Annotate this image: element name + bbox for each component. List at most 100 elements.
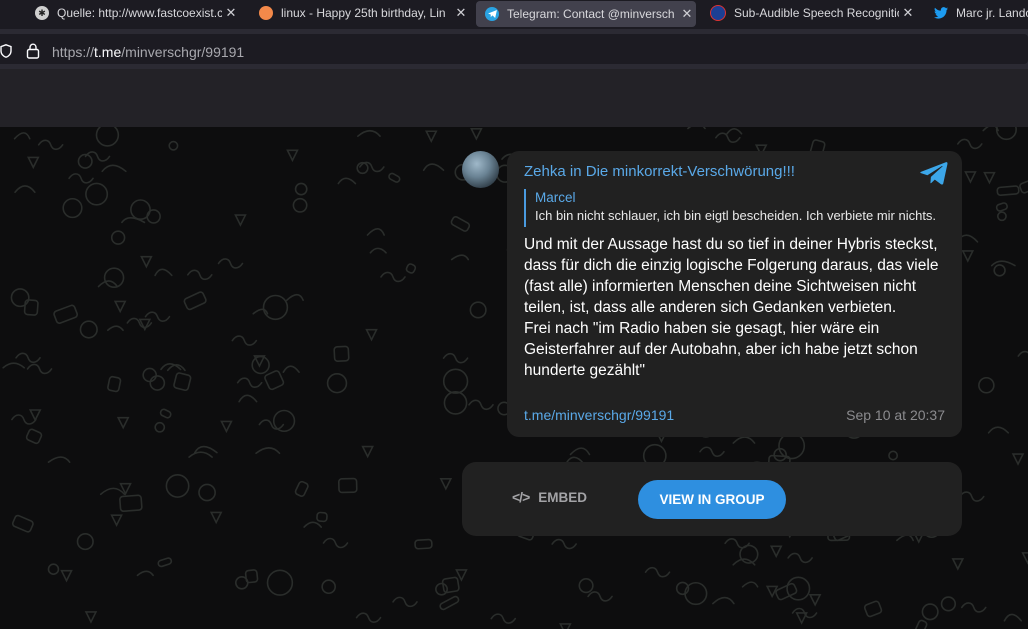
twitter-icon	[934, 6, 948, 20]
embed-label: EMBED	[538, 489, 588, 505]
doodle-shape	[26, 363, 53, 375]
doodle-shape	[28, 409, 42, 422]
doodle-shape	[392, 596, 418, 608]
embed-button[interactable]: </> EMBED	[512, 489, 587, 505]
doodle-shape	[357, 129, 381, 137]
doodle-shape	[316, 511, 328, 523]
avatar[interactable]	[462, 151, 499, 188]
tab-fastcoexist[interactable]: ✱ Quelle: http://www.fastcoexist.c ✕	[26, 0, 240, 26]
doodle-shape	[468, 399, 494, 411]
doodle-shape	[958, 491, 985, 502]
doodle-shape	[442, 352, 469, 364]
close-icon[interactable]: ✕	[222, 5, 240, 21]
doodle-shape	[110, 230, 126, 245]
doodle-shape	[787, 552, 813, 564]
doodle-shape	[951, 558, 965, 571]
in-word: in	[569, 163, 582, 180]
doodle-shape	[258, 419, 285, 430]
group-name[interactable]: Die minkorrekt-Verschwörung!!!	[586, 163, 795, 180]
doodle-shape	[439, 478, 453, 491]
reply-quote[interactable]: Marcel Ich bin nicht schlauer, ich bin e…	[524, 189, 949, 227]
doodle-shape	[993, 264, 1006, 277]
doodle-shape	[146, 209, 161, 224]
tab-linux[interactable]: linux - Happy 25th birthday, Lin ✕	[250, 0, 470, 26]
doodle-shape	[25, 428, 43, 445]
view-in-group-button[interactable]: VIEW IN GROUP	[638, 480, 786, 519]
doodle-shape	[235, 575, 249, 590]
doodle-shape	[322, 537, 349, 549]
close-icon[interactable]: ✕	[678, 6, 696, 22]
doodle-shape	[23, 299, 39, 316]
doodle-shape	[157, 557, 173, 568]
doodle-shape	[173, 372, 192, 392]
doodle-shape	[1011, 453, 1025, 466]
doodle-shape	[2, 362, 26, 369]
doodle-shape	[380, 271, 406, 283]
doodle-shape	[490, 613, 517, 624]
doodle-shape	[940, 596, 957, 612]
url-host: t.me	[94, 44, 122, 60]
doodle-shape	[10, 288, 30, 308]
tab-title: Marc jr. Landc	[956, 6, 1028, 20]
lock-icon[interactable]	[26, 43, 40, 59]
doodle-shape	[188, 451, 213, 458]
doodle-shape	[168, 140, 179, 151]
tab-nasa[interactable]: Sub-Audible Speech Recognitio ✕	[701, 0, 917, 26]
doodle-shape	[14, 185, 36, 194]
doodle-shape	[996, 211, 1007, 222]
doodle-shape	[863, 600, 883, 618]
doodle-shape	[1017, 350, 1028, 357]
doodle-shape	[286, 149, 299, 163]
close-icon[interactable]: ✕	[452, 5, 470, 21]
doodle-shape	[422, 163, 445, 172]
doodle-shape	[732, 436, 756, 444]
doodle-shape	[1003, 613, 1023, 622]
doodle-shape	[140, 255, 153, 269]
doodle-shape	[914, 619, 928, 629]
doodle-shape	[769, 545, 783, 559]
close-icon[interactable]: ✕	[899, 5, 917, 21]
doodle-shape	[388, 172, 401, 183]
doodle-shape	[84, 611, 98, 624]
doodle-shape	[469, 301, 487, 319]
doodle-shape	[11, 414, 37, 425]
doodle-shape	[1021, 552, 1028, 565]
message-date: Sep 10 at 20:37	[846, 407, 945, 423]
doodle-shape	[333, 345, 350, 363]
doodle-shape	[888, 450, 899, 461]
doodle-shape	[272, 409, 296, 433]
url-text[interactable]: https://t.me/minverschgr/99191	[52, 44, 244, 60]
doodle-shape	[266, 569, 294, 596]
doodle-shape	[684, 581, 708, 606]
doodle-shape	[286, 293, 304, 301]
doodle-shape	[405, 263, 417, 274]
doodle-shape	[107, 375, 122, 393]
doodle-shape	[99, 487, 126, 496]
doodle-shape	[154, 421, 166, 433]
doodle-shape	[964, 171, 977, 184]
doodle-shape	[960, 602, 987, 613]
doodle-shape	[369, 247, 387, 254]
doodle-shape	[119, 494, 143, 513]
doodle-shape	[983, 171, 996, 185]
doodle-shape	[699, 446, 725, 458]
doodle-shape	[726, 127, 743, 135]
doodle-shape	[282, 365, 300, 374]
telegram-icon[interactable]	[920, 161, 948, 185]
code-icon: </>	[512, 489, 530, 505]
doodle-shape	[795, 612, 808, 625]
doodle-shape	[95, 127, 120, 147]
doodle-shape	[154, 268, 173, 277]
message-author-line: Zehka in Die minkorrekt-Verschwörung!!!	[524, 163, 795, 180]
author-name[interactable]: Zehka	[524, 163, 566, 180]
doodle-shape	[355, 612, 382, 623]
tab-twitter[interactable]: Marc jr. Landc	[925, 0, 1028, 26]
doodle-shape	[238, 394, 258, 403]
doodle-shape	[110, 514, 123, 527]
tab-telegram[interactable]: Telegram: Contact @minversch ✕	[476, 1, 696, 27]
shield-icon[interactable]	[0, 44, 12, 58]
doodle-shape	[234, 214, 247, 227]
doodle-shape	[236, 377, 263, 389]
tab-title: Sub-Audible Speech Recognitio	[734, 6, 899, 20]
message-link[interactable]: t.me/minverschgr/99191	[524, 407, 674, 423]
